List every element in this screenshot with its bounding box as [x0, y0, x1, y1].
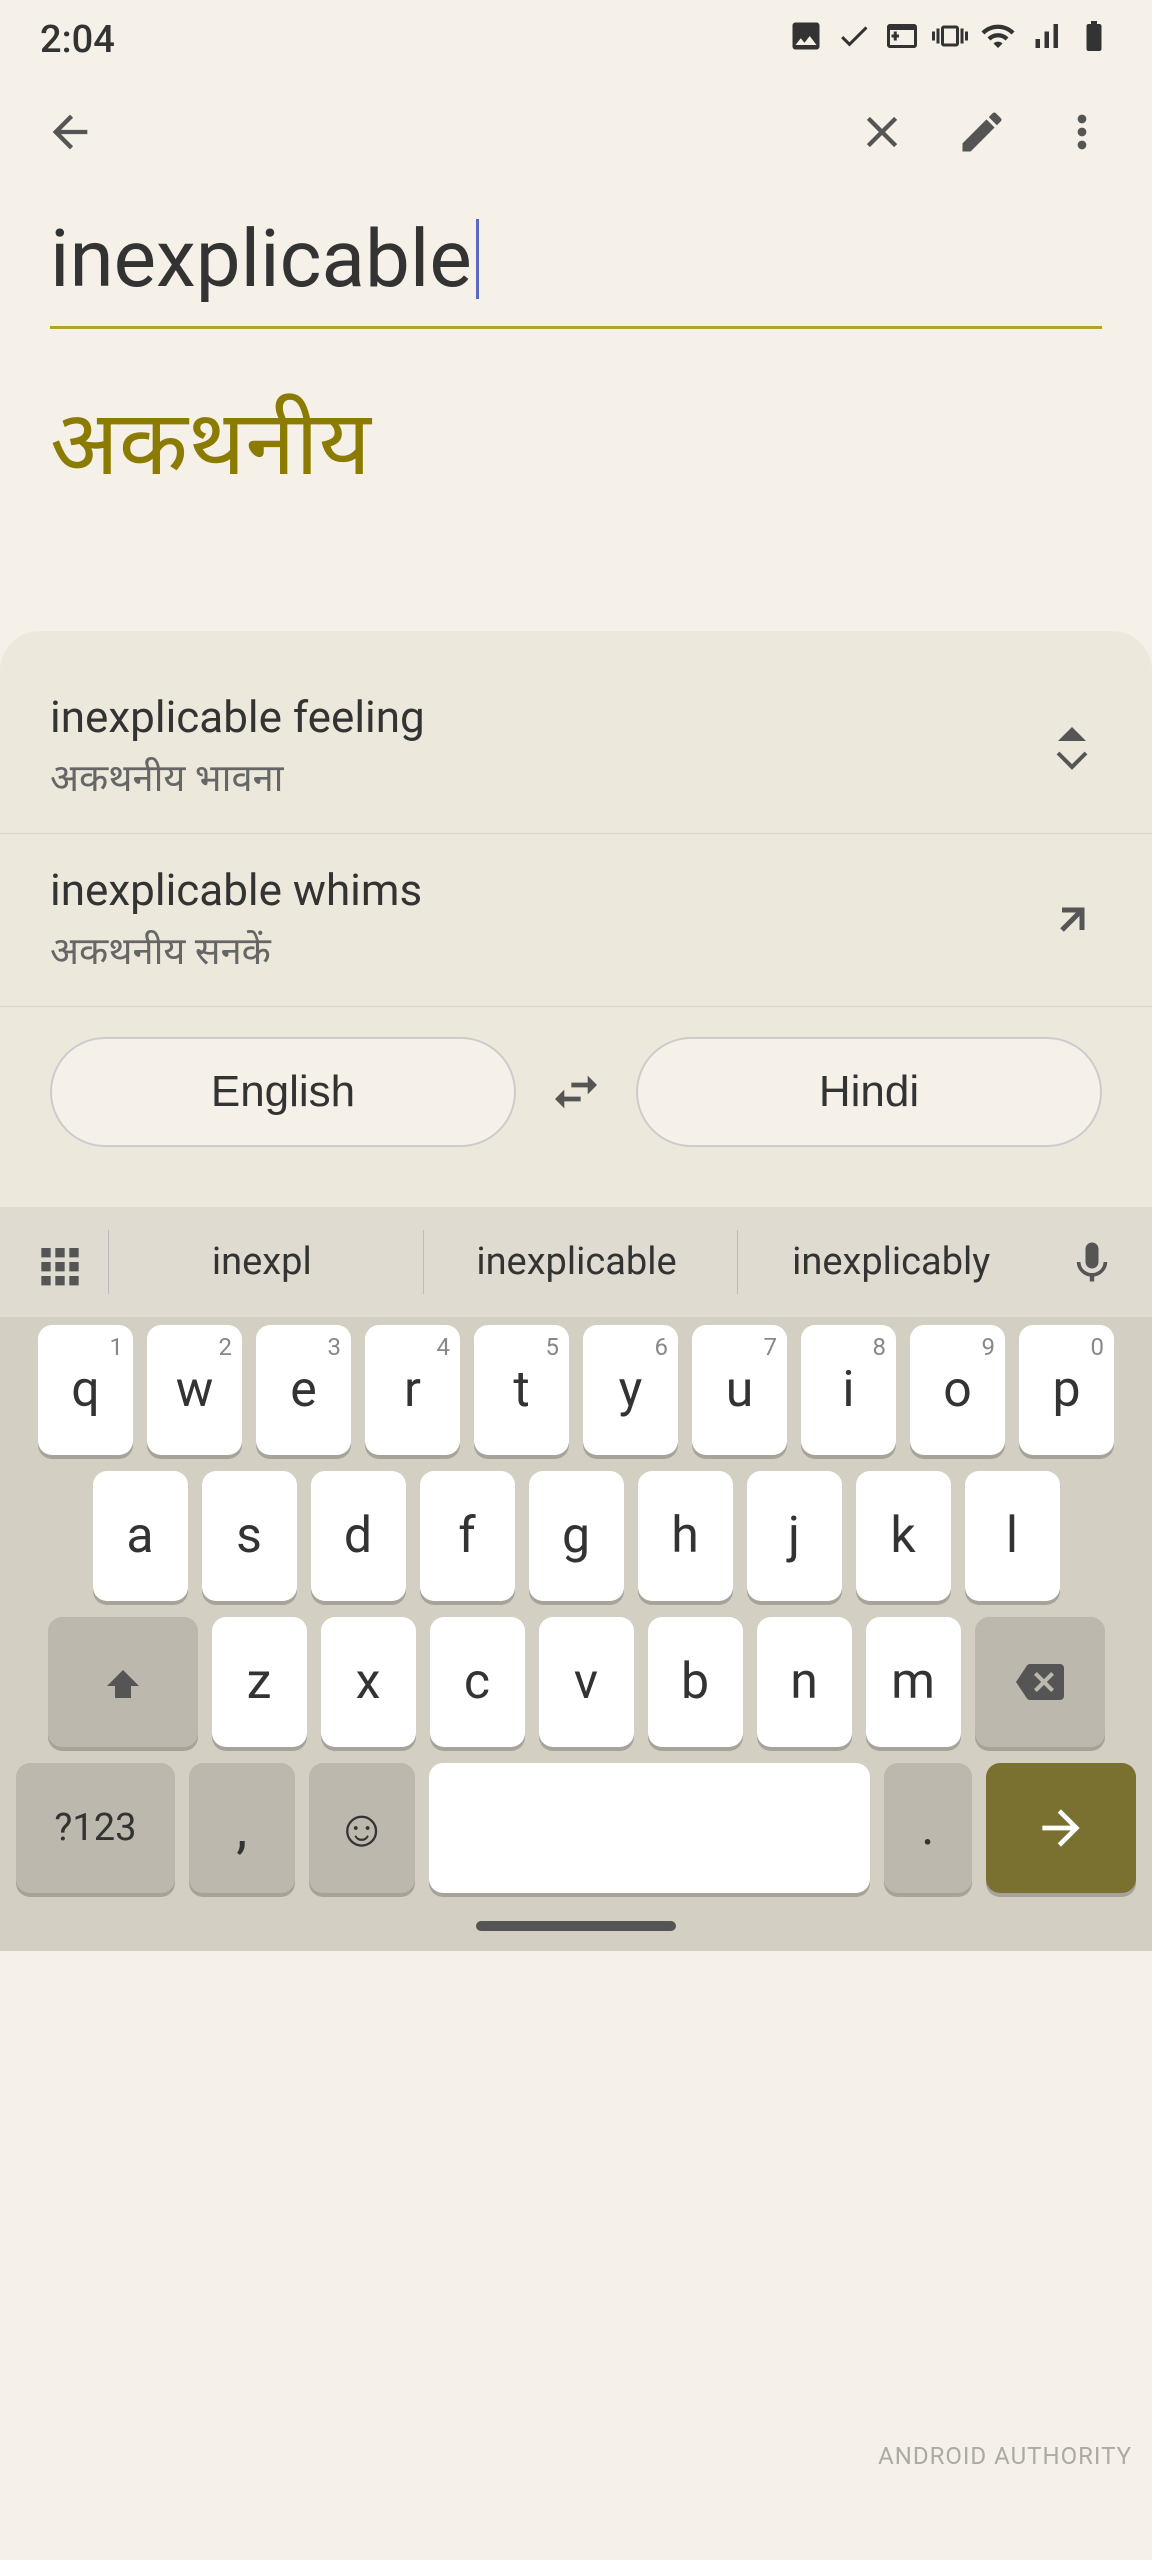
target-language-button[interactable]: Hindi: [636, 1037, 1102, 1147]
key-i[interactable]: i8: [801, 1325, 896, 1455]
keyboard-row-1: q1 w2 e3 r4 t5 y6 u7 i8 o9 p0: [0, 1317, 1152, 1463]
source-text-value: inexplicable: [50, 212, 472, 306]
keyboard-suggestions-row: inexpl inexplicable inexplicably: [0, 1207, 1152, 1317]
language-switcher: English Hindi: [0, 1007, 1152, 1177]
suggestions-panel: inexplicable feeling अकथनीय भावना inexpl…: [0, 631, 1152, 1207]
swap-languages-button[interactable]: [536, 1052, 616, 1132]
period-key[interactable]: .: [884, 1763, 972, 1893]
key-a[interactable]: a: [93, 1471, 188, 1601]
key-t[interactable]: t5: [474, 1325, 569, 1455]
suggestion-translation-2: अकथनीय सनकें: [50, 924, 1042, 976]
mic-button[interactable]: [1052, 1222, 1132, 1302]
key-f[interactable]: f: [420, 1471, 515, 1601]
suggestion-content-1: inexplicable feeling अकथनीय भावना: [50, 691, 1042, 803]
battery-icon: [1076, 18, 1112, 62]
key-j[interactable]: j: [747, 1471, 842, 1601]
suggestion-item-1[interactable]: inexplicable feeling अकथनीय भावना: [0, 661, 1152, 834]
key-y[interactable]: y6: [583, 1325, 678, 1455]
suggestion-translation-1: अकथनीय भावना: [50, 751, 1042, 803]
status-icons: [788, 18, 1112, 62]
key-b[interactable]: b: [648, 1617, 743, 1747]
key-q[interactable]: q1: [38, 1325, 133, 1455]
key-k[interactable]: k: [856, 1471, 951, 1601]
keyboard-grid-button[interactable]: [20, 1222, 100, 1302]
key-l[interactable]: l: [965, 1471, 1060, 1601]
suggestion-arrow-2: [1042, 890, 1102, 950]
key-s[interactable]: s: [202, 1471, 297, 1601]
key-p[interactable]: p0: [1019, 1325, 1114, 1455]
watermark: ANDROID AUTHORITY: [878, 2442, 1132, 2470]
space-key[interactable]: [429, 1763, 870, 1893]
key-g[interactable]: g: [529, 1471, 624, 1601]
comma-key[interactable]: ,: [189, 1763, 295, 1893]
back-button[interactable]: [30, 92, 110, 172]
keyboard-row-4: ?123 , ☺ .: [0, 1755, 1152, 1901]
key-x[interactable]: x: [321, 1617, 416, 1747]
clear-button[interactable]: [842, 92, 922, 172]
more-button[interactable]: [1042, 92, 1122, 172]
source-language-button[interactable]: English: [50, 1037, 516, 1147]
status-bar: 2:04: [0, 0, 1152, 72]
word-suggestion-3[interactable]: inexplicably: [737, 1230, 1044, 1294]
key-c[interactable]: c: [430, 1617, 525, 1747]
annotate-button[interactable]: [942, 92, 1022, 172]
bottom-bar: [0, 1901, 1152, 1951]
toolbar: [0, 72, 1152, 192]
signal-icon: [1028, 18, 1064, 62]
keyboard-row-3: z x c v b n m: [0, 1609, 1152, 1755]
suggestion-item-2[interactable]: inexplicable whims अकथनीय सनकें: [0, 834, 1152, 1007]
key-e[interactable]: e3: [256, 1325, 351, 1455]
word-suggestion-1[interactable]: inexpl: [108, 1230, 415, 1294]
key-w[interactable]: w2: [147, 1325, 242, 1455]
enter-key[interactable]: [986, 1763, 1136, 1893]
key-n[interactable]: n: [757, 1617, 852, 1747]
key-v[interactable]: v: [539, 1617, 634, 1747]
home-indicator: [476, 1921, 676, 1931]
suggestion-arrow-1: [1042, 717, 1102, 777]
emoji-key[interactable]: ☺: [309, 1763, 415, 1893]
source-text[interactable]: inexplicable: [50, 212, 1102, 329]
key-z[interactable]: z: [212, 1617, 307, 1747]
key-u[interactable]: u7: [692, 1325, 787, 1455]
key-m[interactable]: m: [866, 1617, 961, 1747]
text-cursor: [476, 219, 479, 299]
suggestion-content-2: inexplicable whims अकथनीय सनकें: [50, 864, 1042, 976]
numbers-key[interactable]: ?123: [16, 1763, 175, 1893]
terminal-icon: [884, 18, 920, 62]
shift-key[interactable]: [48, 1617, 198, 1747]
status-time: 2:04: [40, 18, 115, 62]
key-o[interactable]: o9: [910, 1325, 1005, 1455]
key-d[interactable]: d: [311, 1471, 406, 1601]
translation-area: inexplicable अकथनीय: [0, 192, 1152, 551]
delete-key[interactable]: [975, 1617, 1105, 1747]
vibrate-icon: [932, 18, 968, 62]
key-h[interactable]: h: [638, 1471, 733, 1601]
photo-icon: [788, 18, 824, 62]
keyboard: inexpl inexplicable inexplicably q1 w2 e…: [0, 1207, 1152, 1951]
suggestion-main-1: inexplicable feeling: [50, 691, 1042, 743]
suggestion-main-2: inexplicable whims: [50, 864, 1042, 916]
wifi-icon: [980, 18, 1016, 62]
key-r[interactable]: r4: [365, 1325, 460, 1455]
translated-text: अकथनीय: [50, 359, 1102, 521]
keyboard-row-2: a s d f g h j k l: [0, 1463, 1152, 1609]
check-icon: [836, 18, 872, 62]
word-suggestion-2[interactable]: inexplicable: [423, 1230, 730, 1294]
